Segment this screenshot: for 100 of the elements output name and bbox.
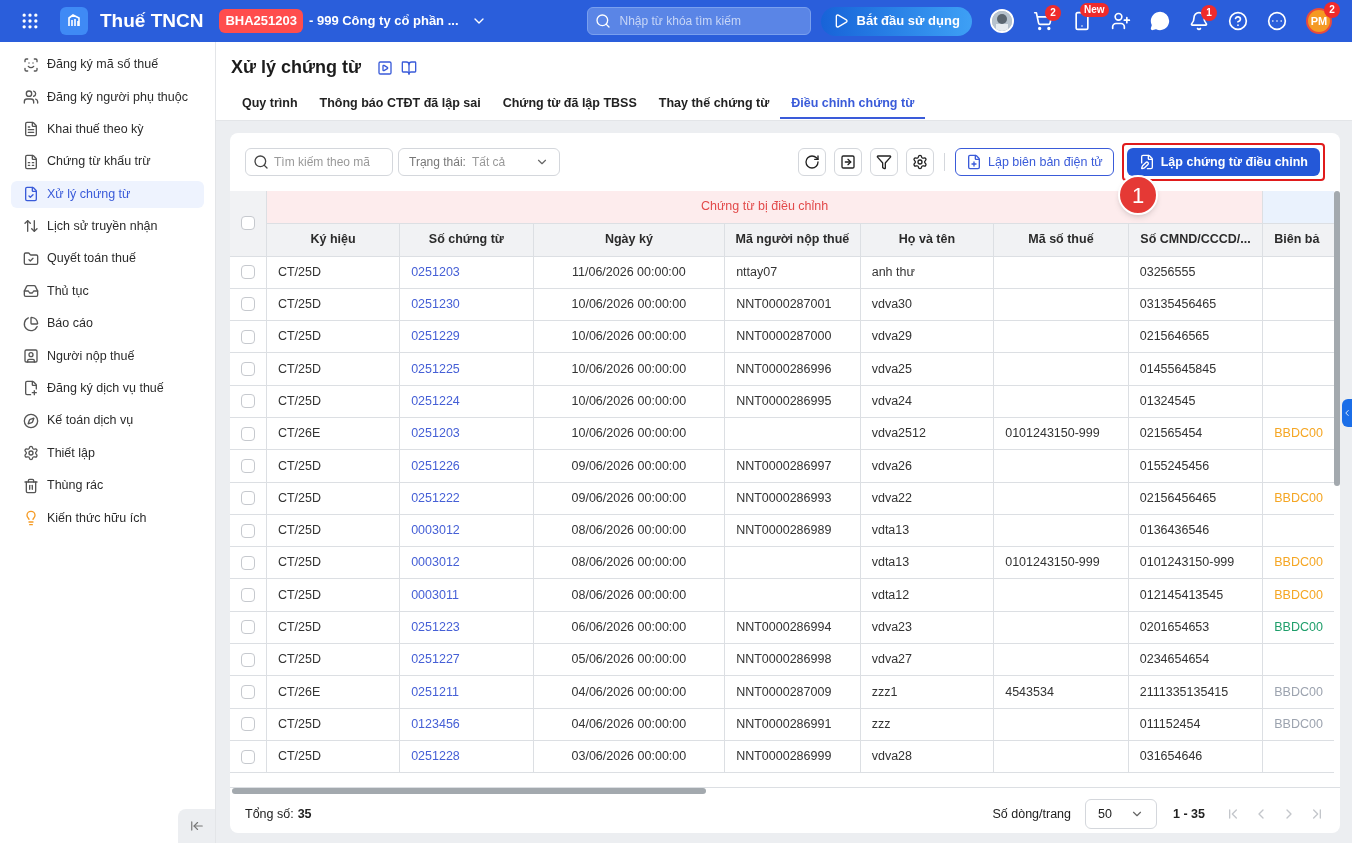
search-field[interactable]: Tìm kiếm theo mã <box>245 148 393 176</box>
add-user-icon[interactable] <box>1111 11 1131 31</box>
row-checkbox[interactable] <box>240 362 255 377</box>
table-cell: 06/06/2026 00:00:00 <box>571 620 687 635</box>
sidebar-item[interactable]: Xử lý chứng từ <box>11 180 204 208</box>
document-link[interactable]: 0251203 <box>411 426 460 441</box>
row-checkbox[interactable] <box>240 297 255 312</box>
document-link[interactable]: 0251222 <box>411 490 460 505</box>
record-code: BBDC00 <box>1274 620 1323 635</box>
page-size-dropdown[interactable]: 50 <box>1085 799 1158 829</box>
page-size-label: Số dòng/trang <box>992 805 1072 823</box>
tab[interactable]: Điều chỉnh chứng từ <box>780 89 926 119</box>
document-link[interactable]: 0123456 <box>411 716 460 731</box>
side-panel-toggle[interactable] <box>1342 399 1352 427</box>
row-checkbox[interactable] <box>240 749 255 764</box>
row-checkbox[interactable] <box>240 717 255 732</box>
sidebar-item[interactable]: Đăng ký mã số thuế <box>11 51 204 78</box>
status-dropdown[interactable]: Trạng thái: Tất cả <box>398 148 560 176</box>
row-checkbox[interactable] <box>240 620 255 635</box>
table-cell: vdva27 <box>871 652 912 667</box>
search-field[interactable]: Nhập từ khóa tìm kiếm <box>586 7 811 35</box>
row-checkbox[interactable] <box>240 588 255 603</box>
tab[interactable]: Chứng từ đã lập TBSS <box>491 89 648 119</box>
document-link[interactable]: 0251226 <box>411 458 460 473</box>
settings-button[interactable] <box>906 148 934 176</box>
table-cell: nttay07 <box>736 264 778 279</box>
table-cell: NNT0000286998 <box>736 652 832 667</box>
sidebar-item[interactable]: Đăng ký người phụ thuộc <box>11 83 204 111</box>
sidebar-item[interactable]: Quyết toán thuế <box>11 245 204 273</box>
sidebar-item[interactable]: Chứng từ khấu trừ <box>11 148 204 176</box>
sidebar-item[interactable]: Báo cáo <box>11 310 204 338</box>
document-link[interactable]: 0003011 <box>411 587 459 602</box>
app-logo-icon[interactable] <box>60 7 88 35</box>
row-checkbox[interactable] <box>240 555 255 570</box>
horizontal-scrollbar[interactable] <box>232 788 706 794</box>
apps-grid-icon[interactable] <box>20 11 40 31</box>
tenant-name[interactable]: - 999 Công ty cổ phần ... <box>309 11 459 31</box>
row-checkbox[interactable] <box>240 685 255 699</box>
help-icon[interactable] <box>1228 11 1248 31</box>
table-cell: 08/06/2026 00:00:00 <box>571 555 687 570</box>
vertical-scrollbar[interactable] <box>1334 191 1340 486</box>
more-icon[interactable] <box>1267 11 1287 31</box>
document-link[interactable]: 0251228 <box>411 749 460 764</box>
table-cell: 0215646565 <box>1139 329 1210 344</box>
lightbulb-icon <box>23 509 39 526</box>
row-checkbox[interactable] <box>240 458 255 473</box>
table-cell: 10/06/2026 00:00:00 <box>571 393 687 408</box>
sidebar-item[interactable]: Thùng rác <box>11 472 204 500</box>
edit-document-icon <box>1138 154 1155 170</box>
filter-button[interactable] <box>870 148 898 176</box>
sidebar-item[interactable]: Thủ tục <box>11 277 204 305</box>
avatar[interactable] <box>990 9 1014 33</box>
row-checkbox[interactable] <box>240 523 255 538</box>
refresh-button[interactable] <box>798 148 826 176</box>
document-link[interactable]: 0251225 <box>411 361 460 376</box>
document-link[interactable]: 0251224 <box>411 393 460 408</box>
document-link[interactable]: 0251223 <box>411 620 460 635</box>
tab[interactable]: Thay thế chứng từ <box>647 89 781 119</box>
row-checkbox[interactable] <box>240 265 255 280</box>
create-record-button[interactable]: Lập biên bản điện tử <box>955 148 1114 176</box>
export-icon <box>840 154 856 170</box>
sidebar-item[interactable]: Người nộp thuế <box>11 342 204 370</box>
document-link[interactable]: 0003012 <box>411 523 460 538</box>
record-code: BBDC00 <box>1274 426 1323 441</box>
table-cell: 2111335135415 <box>1139 684 1229 699</box>
sidebar-item[interactable]: Kiến thức hữu ích <box>11 504 204 532</box>
sidebar-item[interactable]: Đăng ký dịch vụ thuế <box>11 374 204 402</box>
table-cell: CT/25D <box>277 297 321 312</box>
book-icon[interactable] <box>401 59 418 76</box>
create-adjustment-button[interactable]: Lập chứng từ điều chỉnh <box>1126 148 1320 176</box>
tab[interactable]: Thông báo CTĐT đã lập sai <box>308 89 492 119</box>
table-cell: 4543534 <box>1005 684 1054 699</box>
sidebar-item[interactable]: Kế toán dịch vụ <box>11 407 204 435</box>
sidebar-item[interactable]: Khai thuế theo kỳ <box>11 115 204 143</box>
row-checkbox[interactable] <box>240 491 255 506</box>
tab[interactable]: Quy trình <box>231 89 309 119</box>
table-cell: vdva2512 <box>871 426 926 441</box>
document-link[interactable]: 0251227 <box>411 652 460 667</box>
row-checkbox[interactable] <box>240 426 255 441</box>
table-cell: NNT0000286994 <box>736 620 832 635</box>
document-link[interactable]: 0251203 <box>411 264 460 279</box>
row-checkbox[interactable] <box>240 329 255 344</box>
start-button[interactable]: Bắt đầu sử dụng <box>820 6 972 36</box>
row-checkbox[interactable] <box>240 394 255 409</box>
document-link[interactable]: 0251211 <box>411 684 459 699</box>
row-checkbox[interactable] <box>240 652 255 667</box>
document-link[interactable]: 0251230 <box>411 297 460 312</box>
notification-icon[interactable] <box>1189 11 1209 31</box>
document-link[interactable]: 0251229 <box>411 329 460 344</box>
chat-icon[interactable] <box>1150 11 1170 31</box>
select-all-checkbox[interactable] <box>240 216 255 231</box>
collapse-sidebar-button[interactable] <box>178 809 215 843</box>
sidebar-item[interactable]: Thiết lập <box>11 439 204 467</box>
table-cell: 11/06/2026 00:00:00 <box>572 264 686 279</box>
export-button[interactable] <box>834 148 862 176</box>
chevron-left-icon <box>1342 408 1352 418</box>
table-cell: 012145413545 <box>1139 587 1224 602</box>
video-icon[interactable] <box>377 59 394 76</box>
sidebar-item[interactable]: Lịch sử truyền nhận <box>11 212 204 240</box>
document-link[interactable]: 0003012 <box>411 555 460 570</box>
